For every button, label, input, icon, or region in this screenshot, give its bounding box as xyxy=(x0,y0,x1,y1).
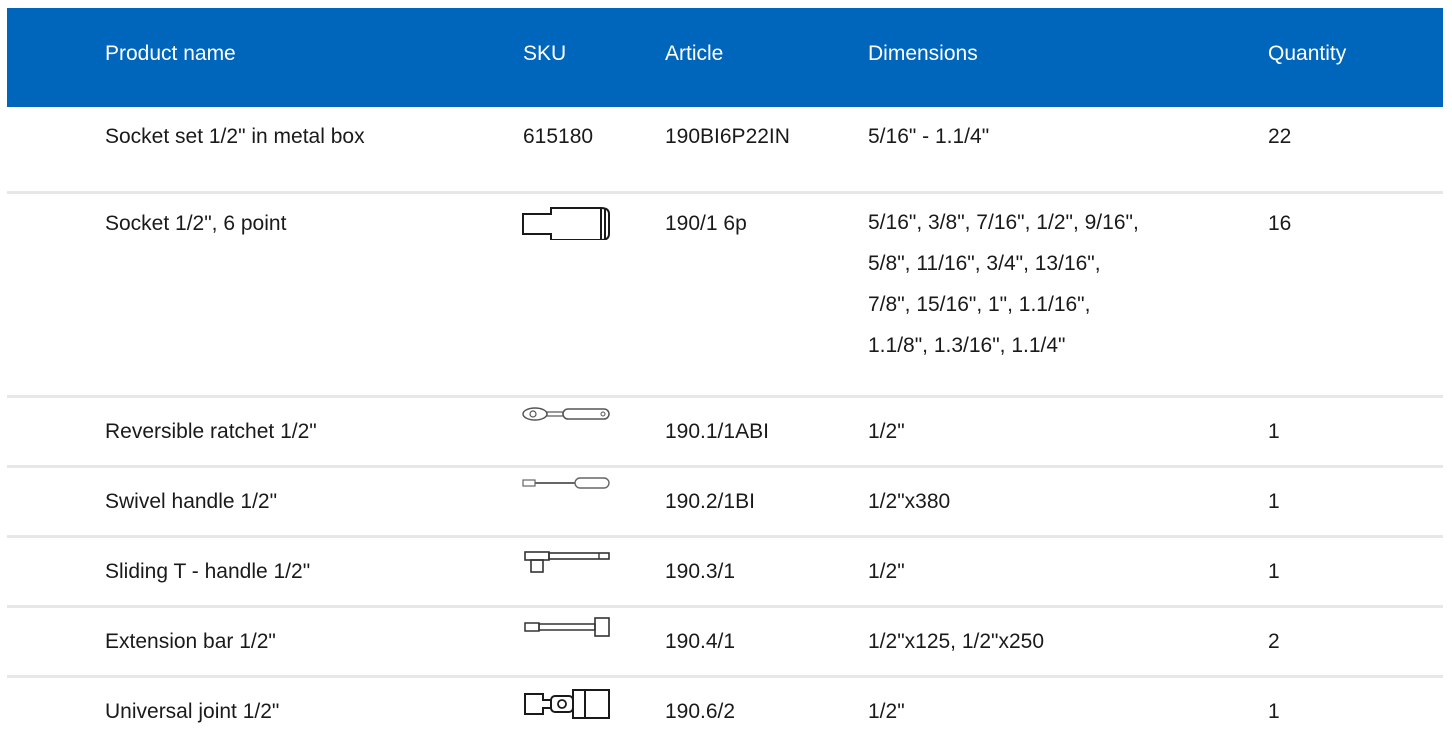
product-article: 190.6/2 xyxy=(665,700,736,723)
dimensions-line: 7/8", 15/16", 1", 1.1/16", xyxy=(868,293,1091,316)
table-row: Extension bar 1/2" 190.4/1 1/2"x125, 1/2… xyxy=(7,608,1443,678)
table-row: Sliding T - handle 1/2" 190.3/1 1/2" 1 xyxy=(7,538,1443,608)
product-dimensions: 1/2" xyxy=(868,420,905,443)
product-article: 190BI6P22IN xyxy=(665,125,790,148)
product-article: 190.2/1BI xyxy=(665,490,755,513)
header-dimensions: Dimensions xyxy=(868,42,978,65)
product-article: 190.3/1 xyxy=(665,560,736,583)
product-quantity: 1 xyxy=(1268,700,1280,723)
product-article: 190.4/1 xyxy=(665,630,736,653)
socket-icon xyxy=(521,206,611,240)
product-dimensions: 5/16" - 1.1/4" xyxy=(868,125,990,148)
product-quantity: 1 xyxy=(1268,420,1280,443)
table-header: Product name SKU Article Dimensions Quan… xyxy=(7,8,1443,107)
product-dimensions: 5/16", 3/8", 7/16", 1/2", 9/16", 5/8", 1… xyxy=(868,202,1139,366)
table-row: Universal joint 1/2" 190.6/2 1/2" 1 xyxy=(7,678,1443,738)
product-quantity: 1 xyxy=(1268,560,1280,583)
product-name: Universal joint 1/2" xyxy=(105,700,280,723)
product-table: Product name SKU Article Dimensions Quan… xyxy=(7,8,1443,738)
product-name: Extension bar 1/2" xyxy=(105,630,276,653)
table-row: Reversible ratchet 1/2" 190.1/1ABI 1/2" … xyxy=(7,398,1443,468)
product-dimensions: 1/2"x125, 1/2"x250 xyxy=(868,630,1045,653)
table-row: Socket 1/2", 6 point 190/1 6p 5/16", 3/8… xyxy=(7,194,1443,398)
header-product-name: Product name xyxy=(105,42,236,65)
universal-joint-icon xyxy=(521,688,611,720)
product-quantity: 1 xyxy=(1268,490,1280,513)
product-name: Reversible ratchet 1/2" xyxy=(105,420,317,443)
product-article: 190.1/1ABI xyxy=(665,420,769,443)
dimensions-line: 5/8", 11/16", 3/4", 13/16", xyxy=(868,252,1101,275)
product-dimensions: 1/2" xyxy=(868,560,905,583)
t-handle-icon xyxy=(521,548,611,576)
header-sku: SKU xyxy=(523,42,567,65)
product-quantity: 22 xyxy=(1268,125,1292,148)
product-name: Socket set 1/2" in metal box xyxy=(105,125,365,148)
product-quantity: 2 xyxy=(1268,630,1280,653)
product-name: Swivel handle 1/2" xyxy=(105,490,278,513)
header-article: Article xyxy=(665,42,724,65)
product-dimensions: 1/2"x380 xyxy=(868,490,951,513)
product-name: Sliding T - handle 1/2" xyxy=(105,560,311,583)
header-quantity: Quantity xyxy=(1268,42,1347,65)
table-row: Swivel handle 1/2" 190.2/1BI 1/2"x380 1 xyxy=(7,468,1443,538)
extension-bar-icon xyxy=(521,616,611,638)
product-dimensions: 1/2" xyxy=(868,700,905,723)
table-row: Socket set 1/2" in metal box 615180 190B… xyxy=(7,107,1443,194)
product-article: 190/1 6p xyxy=(665,212,747,235)
product-quantity: 16 xyxy=(1268,212,1292,235)
dimensions-line: 5/16", 3/8", 7/16", 1/2", 9/16", xyxy=(868,211,1139,234)
ratchet-icon xyxy=(521,406,611,422)
dimensions-line: 1.1/8", 1.3/16", 1.1/4" xyxy=(868,334,1066,357)
product-sku: 615180 xyxy=(523,125,594,148)
swivel-handle-icon xyxy=(521,476,611,490)
product-name: Socket 1/2", 6 point xyxy=(105,212,287,235)
